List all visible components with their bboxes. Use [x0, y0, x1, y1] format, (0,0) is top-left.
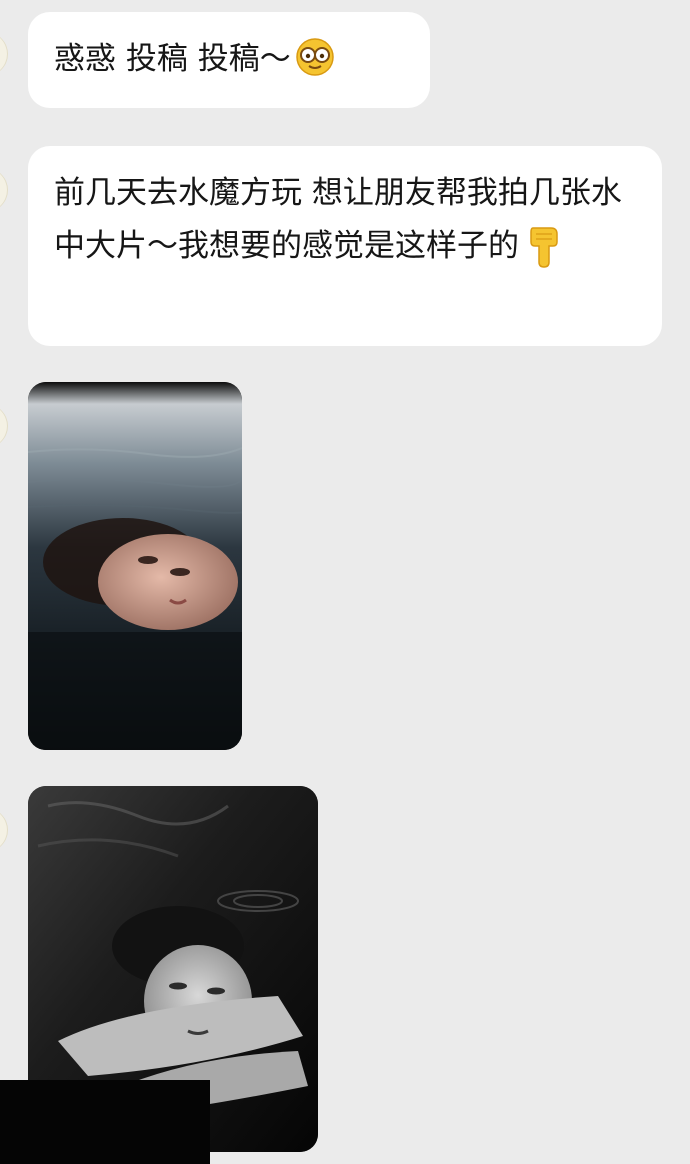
corner-overlay: [0, 1080, 210, 1164]
message-bubble-2[interactable]: 前几天去水魔方玩 想让朋友帮我拍几张水中大片～我想要的感觉是这样子的: [28, 146, 662, 346]
water-portrait-color-photo: [28, 382, 242, 750]
sender-avatar[interactable]: [0, 404, 8, 448]
nerd-glasses-emoji-icon: [295, 38, 334, 76]
message-bubble-1[interactable]: 惑惑 投稿 投稿～: [28, 12, 430, 108]
chat-window: 惑惑 投稿 投稿～ 前几天去水魔方玩 想让朋友帮我拍几张水中大片～我想要的感觉是…: [0, 0, 690, 1164]
sender-avatar[interactable]: [0, 32, 8, 76]
sender-avatar[interactable]: [0, 808, 8, 852]
sender-avatar[interactable]: [0, 168, 8, 212]
chat-image-1[interactable]: [28, 382, 242, 750]
pointing-down-hand-icon: [530, 227, 558, 268]
message-text-1: 惑惑 投稿 投稿～: [54, 41, 291, 77]
